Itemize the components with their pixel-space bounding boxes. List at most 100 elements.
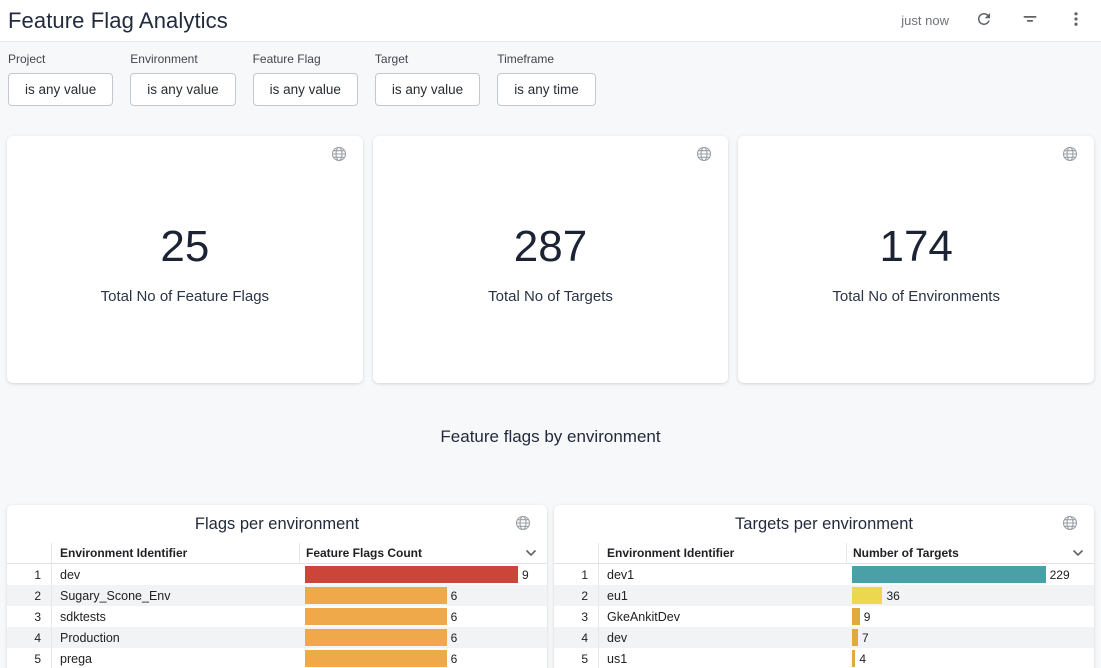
row-index: 3 (554, 610, 598, 624)
column-header-environment-identifier[interactable]: Environment Identifier (598, 543, 846, 563)
table-row: 3 sdktests 6 (7, 606, 547, 627)
kpi-row: 25 Total No of Feature Flags 287 Total N… (7, 136, 1094, 383)
value-label: 9 (522, 568, 529, 582)
header-actions: just now (901, 8, 1087, 33)
table-row: 2 eu1 36 (554, 585, 1094, 606)
filter-bar: Project is any value Environment is any … (0, 42, 1101, 106)
environment-identifier-cell: dev (51, 564, 299, 585)
filter-timeframe-value-button[interactable]: is any time (497, 73, 596, 106)
table-row: 2 Sugary_Scone_Env 6 (7, 585, 547, 606)
tile-title: Targets per environment (554, 505, 1094, 543)
environment-identifier-cell: GkeAnkitDev (598, 606, 846, 627)
row-index: 3 (7, 610, 51, 624)
page-title: Feature Flag Analytics (8, 8, 228, 34)
value-label: 7 (862, 631, 869, 645)
value-label: 6 (451, 589, 458, 603)
value-bar (305, 587, 447, 604)
row-index: 4 (554, 631, 598, 645)
value-bar (305, 650, 447, 667)
environment-identifier-cell: Sugary_Scone_Env (51, 585, 299, 606)
filter-target-value-button[interactable]: is any value (375, 73, 480, 106)
kpi-label: Total No of Environments (738, 288, 1094, 305)
value-label: 6 (451, 652, 458, 666)
table-header-row: Environment Identifier Number of Targets (554, 543, 1094, 564)
chevron-down-icon[interactable] (525, 549, 537, 557)
row-index: 2 (554, 589, 598, 603)
value-label: 6 (451, 610, 458, 624)
refresh-button[interactable] (973, 8, 995, 33)
filter-environment-value-button[interactable]: is any value (130, 73, 235, 106)
row-index: 2 (7, 589, 51, 603)
kpi-card-targets: 287 Total No of Targets (373, 136, 729, 383)
row-index: 4 (7, 631, 51, 645)
value-bar (852, 608, 860, 625)
value-label: 36 (886, 589, 899, 603)
tile-title: Flags per environment (7, 505, 547, 543)
environment-identifier-cell: dev (598, 627, 846, 648)
table-row: 5 prega 6 (7, 648, 547, 668)
filter-label: Feature Flag (253, 52, 358, 66)
environment-identifier-cell: sdktests (51, 606, 299, 627)
kpi-card-feature-flags: 25 Total No of Feature Flags (7, 136, 363, 383)
value-bar (852, 650, 855, 667)
table-body: 1 dev1 229 2 eu1 36 3 GkeAnkitDev 9 4 de… (554, 564, 1094, 668)
dashboard-header: Feature Flag Analytics just now (0, 0, 1101, 42)
kpi-value: 25 (7, 136, 363, 271)
kpi-label: Total No of Targets (373, 288, 729, 305)
kpi-label: Total No of Feature Flags (7, 288, 363, 305)
chevron-down-icon[interactable] (1072, 549, 1084, 557)
environment-identifier-cell: eu1 (598, 585, 846, 606)
column-header-label: Number of Targets (853, 546, 959, 560)
filter-label: Timeframe (497, 52, 596, 66)
kpi-value: 287 (373, 136, 729, 271)
more-options-button[interactable] (1065, 8, 1087, 33)
section-title: Feature flags by environment (0, 427, 1101, 447)
globe-icon[interactable] (331, 146, 347, 167)
filter-environment: Environment is any value (130, 52, 235, 106)
value-label: 229 (1050, 568, 1070, 582)
refresh-icon (975, 10, 993, 31)
globe-icon[interactable] (515, 515, 531, 536)
table-body: 1 dev 9 2 Sugary_Scone_Env 6 3 sdktests … (7, 564, 547, 668)
value-bar (852, 566, 1046, 583)
table-row: 4 dev 7 (554, 627, 1094, 648)
last-updated-text: just now (901, 13, 949, 28)
globe-icon[interactable] (1062, 146, 1078, 167)
filter-label: Project (8, 52, 113, 66)
kpi-card-environments: 174 Total No of Environments (738, 136, 1094, 383)
row-index: 1 (7, 568, 51, 582)
filter-project: Project is any value (8, 52, 113, 106)
filter-timeframe: Timeframe is any time (497, 52, 596, 106)
environment-identifier-cell: us1 (598, 648, 846, 668)
globe-icon[interactable] (696, 146, 712, 167)
column-header-label: Feature Flags Count (306, 546, 422, 560)
table-row: 1 dev1 229 (554, 564, 1094, 585)
kebab-menu-icon (1067, 10, 1085, 31)
filters-toggle-button[interactable] (1019, 8, 1041, 33)
filter-label: Target (375, 52, 480, 66)
environment-identifier-cell: prega (51, 648, 299, 668)
globe-icon[interactable] (1062, 515, 1078, 536)
column-header-environment-identifier[interactable]: Environment Identifier (51, 543, 299, 563)
row-index: 1 (554, 568, 598, 582)
filter-label: Environment (130, 52, 235, 66)
environment-identifier-cell: Production (51, 627, 299, 648)
targets-per-environment-tile: Targets per environment Environment Iden… (554, 505, 1094, 668)
table-row: 5 us1 4 (554, 648, 1094, 668)
column-header-number-of-targets[interactable]: Number of Targets (846, 543, 1094, 563)
column-header-feature-flags-count[interactable]: Feature Flags Count (299, 543, 547, 563)
value-label: 4 (859, 652, 866, 666)
environment-identifier-cell: dev1 (598, 564, 846, 585)
filter-feature-flag: Feature Flag is any value (253, 52, 358, 106)
value-label: 9 (864, 610, 871, 624)
table-header-row: Environment Identifier Feature Flags Cou… (7, 543, 547, 564)
table-row: 3 GkeAnkitDev 9 (554, 606, 1094, 627)
flags-per-environment-tile: Flags per environment Environment Identi… (7, 505, 547, 668)
value-bar (305, 566, 518, 583)
value-bar (852, 629, 858, 646)
value-bar (305, 629, 447, 646)
kpi-value: 174 (738, 136, 1094, 271)
filter-feature-flag-value-button[interactable]: is any value (253, 73, 358, 106)
filter-project-value-button[interactable]: is any value (8, 73, 113, 106)
value-label: 6 (451, 631, 458, 645)
